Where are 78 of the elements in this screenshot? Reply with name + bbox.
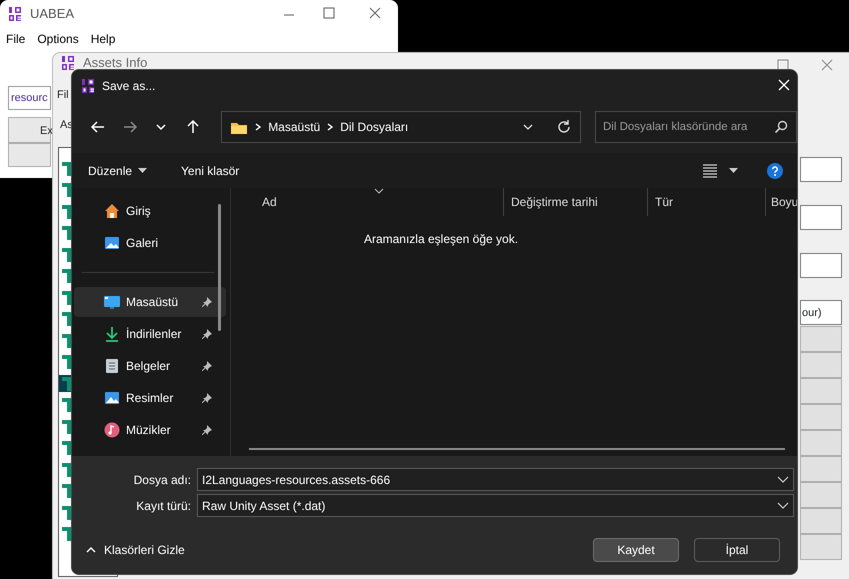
caret-icon (138, 168, 148, 174)
field-button[interactable] (800, 404, 842, 430)
empty-message: Aramanızla eşleşen öğe yok. (362, 231, 520, 248)
back-arrow-icon (90, 119, 106, 135)
sort-caret-icon (374, 188, 384, 194)
caret-icon[interactable] (729, 168, 738, 174)
search-field[interactable]: Dil Dosyaları klasöründe ara (595, 111, 797, 143)
field-button[interactable] (800, 508, 842, 534)
app-logo-icon (8, 6, 22, 22)
breadcrumb[interactable]: Masaüstü (268, 118, 320, 136)
dropdown-field[interactable]: Raw Unity Asset (*.dat) (197, 494, 794, 517)
sidebar-item[interactable]: Galeri (74, 228, 226, 258)
refresh-icon[interactable] (556, 119, 572, 135)
column-header[interactable]: Değiştirme tarihi (503, 188, 647, 216)
sidebar-label: Galeri (126, 235, 160, 252)
sidebar-label: Giriş (126, 203, 152, 220)
field-button[interactable] (800, 456, 842, 482)
column-header[interactable]: Tür (647, 188, 765, 216)
field-button[interactable] (800, 430, 842, 456)
dialog-button[interactable]: Kaydet (593, 538, 679, 562)
desktop-icon (104, 294, 120, 310)
text-field[interactable]: our) (800, 300, 842, 325)
dropdown-field[interactable]: I2Languages-resources.assets-666 (197, 468, 794, 491)
documents-icon (104, 358, 120, 374)
command-button[interactable]: Yeni klasör (175, 158, 246, 184)
gallery-icon (104, 235, 120, 251)
view-list-icon[interactable] (702, 163, 718, 179)
menu-item[interactable]: Help (90, 30, 116, 48)
sidebar-item[interactable]: Belgeler (74, 351, 226, 381)
sidebar-label: Müzikler (126, 422, 172, 439)
field-button[interactable] (800, 378, 842, 404)
sidebar-item[interactable]: Resimler (74, 383, 226, 413)
field-button[interactable] (800, 534, 842, 560)
search-field[interactable]: resourc (8, 86, 51, 110)
sidebar-label: Masaüstü (126, 294, 180, 311)
hide-folders-toggle[interactable]: Klasörleri Gizle (72, 541, 185, 559)
up-arrow-icon (185, 119, 202, 135)
help-icon[interactable] (767, 163, 783, 179)
app-logo-icon (61, 55, 75, 71)
text-field[interactable] (800, 253, 842, 278)
forward-arrow-icon (122, 119, 138, 135)
app-logo-icon (81, 78, 95, 94)
sidebar-label: İndirilenler (126, 326, 182, 343)
search-icon (774, 120, 788, 134)
chevron-down-icon (777, 502, 789, 510)
action-button[interactable]: Ex (8, 117, 51, 143)
column-header[interactable]: Ad (231, 188, 503, 216)
command-button[interactable]: Düzenle (82, 158, 154, 184)
address-bar[interactable]: Masaüstü Dil Dosyaları (221, 111, 581, 143)
caret-up-icon (86, 547, 96, 553)
sidebar-item[interactable]: Masaüstü (74, 287, 226, 317)
pictures-icon (104, 390, 120, 406)
field-label: Dosya adı: (132, 472, 192, 488)
window-title: Assets Info (83, 54, 148, 72)
window-title: UABEA (30, 5, 74, 24)
menu-item[interactable]: Fil (57, 87, 69, 104)
sidebar-label: Belgeler (126, 358, 172, 375)
chevron-down-icon (777, 476, 789, 484)
field-button[interactable] (800, 326, 842, 352)
sidebar-item[interactable]: Giriş (74, 196, 226, 226)
sidebar-label: Resimler (126, 390, 174, 407)
text-field[interactable] (800, 157, 842, 182)
music-icon (104, 422, 120, 438)
home-icon (104, 203, 120, 219)
field-button[interactable] (800, 482, 842, 508)
menu-item[interactable]: File (6, 30, 26, 48)
chevron-icon (254, 122, 262, 132)
sidebar-item[interactable]: Müzikler (74, 415, 226, 445)
dialog-title: Save as... (102, 78, 156, 94)
text-field[interactable] (800, 205, 842, 230)
chevron-icon (326, 122, 334, 132)
breadcrumb[interactable]: Dil Dosyaları (340, 118, 408, 136)
menu-item[interactable]: Options (37, 30, 79, 48)
downloads-icon (104, 326, 120, 342)
sidebar-item[interactable]: İndirilenler (74, 319, 226, 349)
field-button[interactable] (800, 352, 842, 378)
dialog-button[interactable]: İptal (694, 538, 780, 562)
field-label: Kayıt türü: (135, 498, 192, 514)
